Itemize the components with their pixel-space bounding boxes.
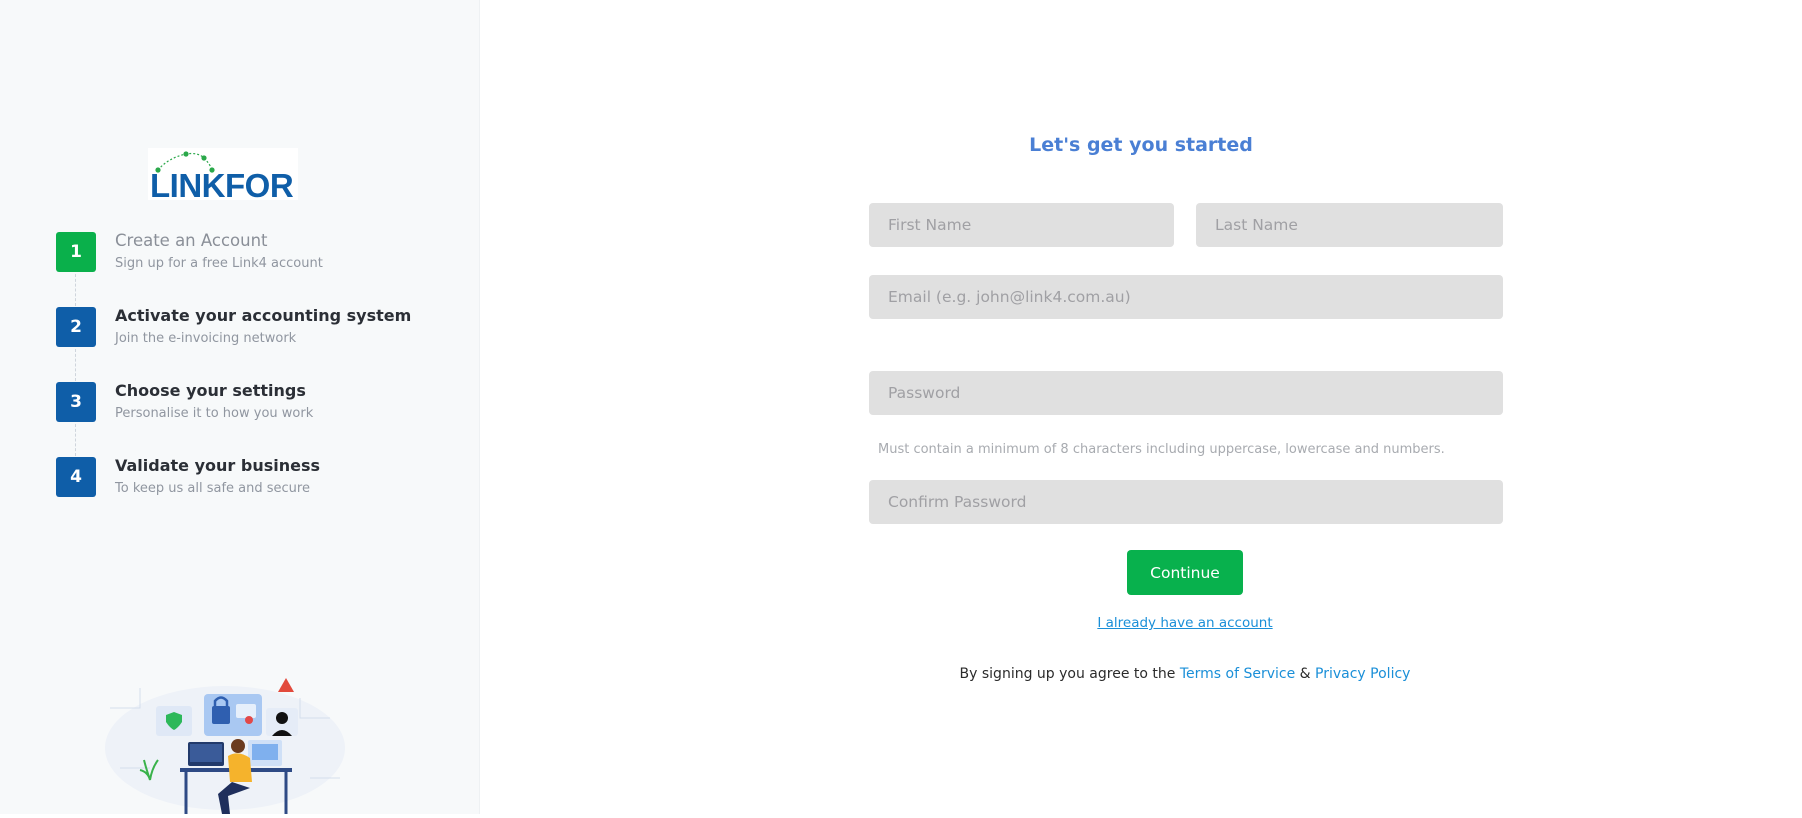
first-name-input[interactable] xyxy=(869,203,1174,247)
password-input[interactable] xyxy=(869,371,1503,415)
confirm-password-input[interactable] xyxy=(869,480,1503,524)
form-heading: Let's get you started xyxy=(1029,134,1253,156)
continue-button[interactable]: Continue xyxy=(1127,550,1243,595)
terms-prefix: By signing up you agree to the xyxy=(959,666,1176,682)
logo-wordmark: LINKFOR xyxy=(150,167,294,200)
step-number: 2 xyxy=(56,307,96,347)
terms-ampersand: & xyxy=(1299,666,1311,682)
step-number: 3 xyxy=(56,382,96,422)
step-number: 4 xyxy=(56,457,96,497)
step-subtitle: Sign up for a free Link4 account xyxy=(115,256,323,271)
step-subtitle: To keep us all safe and secure xyxy=(115,481,310,496)
step-choose-settings: 3 Choose your settings Personalise it to… xyxy=(56,381,456,432)
password-hint: Must contain a minimum of 8 characters i… xyxy=(878,442,1445,457)
step-title: Create an Account xyxy=(115,231,268,250)
existing-account-link[interactable]: I already have an account xyxy=(480,615,1802,631)
step-number: 1 xyxy=(56,232,96,272)
lock-icon xyxy=(212,706,230,724)
step-activate-accounting: 2 Activate your accounting system Join t… xyxy=(56,306,456,357)
linkfor-logo: LINKFOR xyxy=(148,148,298,200)
terms-of-service-link[interactable]: Terms of Service xyxy=(1180,666,1295,682)
terms-notice: By signing up you agree to the Terms of … xyxy=(480,666,1802,682)
sidebar: LINKFOR 1 Create an Account Sign up for … xyxy=(0,0,480,814)
privacy-policy-link[interactable]: Privacy Policy xyxy=(1315,666,1410,682)
step-title: Validate your business xyxy=(115,456,321,475)
last-name-input[interactable] xyxy=(1196,203,1503,247)
email-input[interactable] xyxy=(869,275,1503,319)
signup-form-panel: Let's get you started Must contain a min… xyxy=(480,0,1802,814)
step-subtitle: Join the e-invoicing network xyxy=(115,331,297,346)
step-subtitle: Personalise it to how you work xyxy=(115,406,314,421)
step-create-account: 1 Create an Account Sign up for a free L… xyxy=(56,231,456,282)
warning-icon xyxy=(278,678,294,692)
security-illustration xyxy=(100,668,350,814)
step-title: Activate your accounting system xyxy=(115,306,412,325)
step-validate-business: 4 Validate your business To keep us all … xyxy=(56,456,456,507)
step-title: Choose your settings xyxy=(115,381,306,400)
